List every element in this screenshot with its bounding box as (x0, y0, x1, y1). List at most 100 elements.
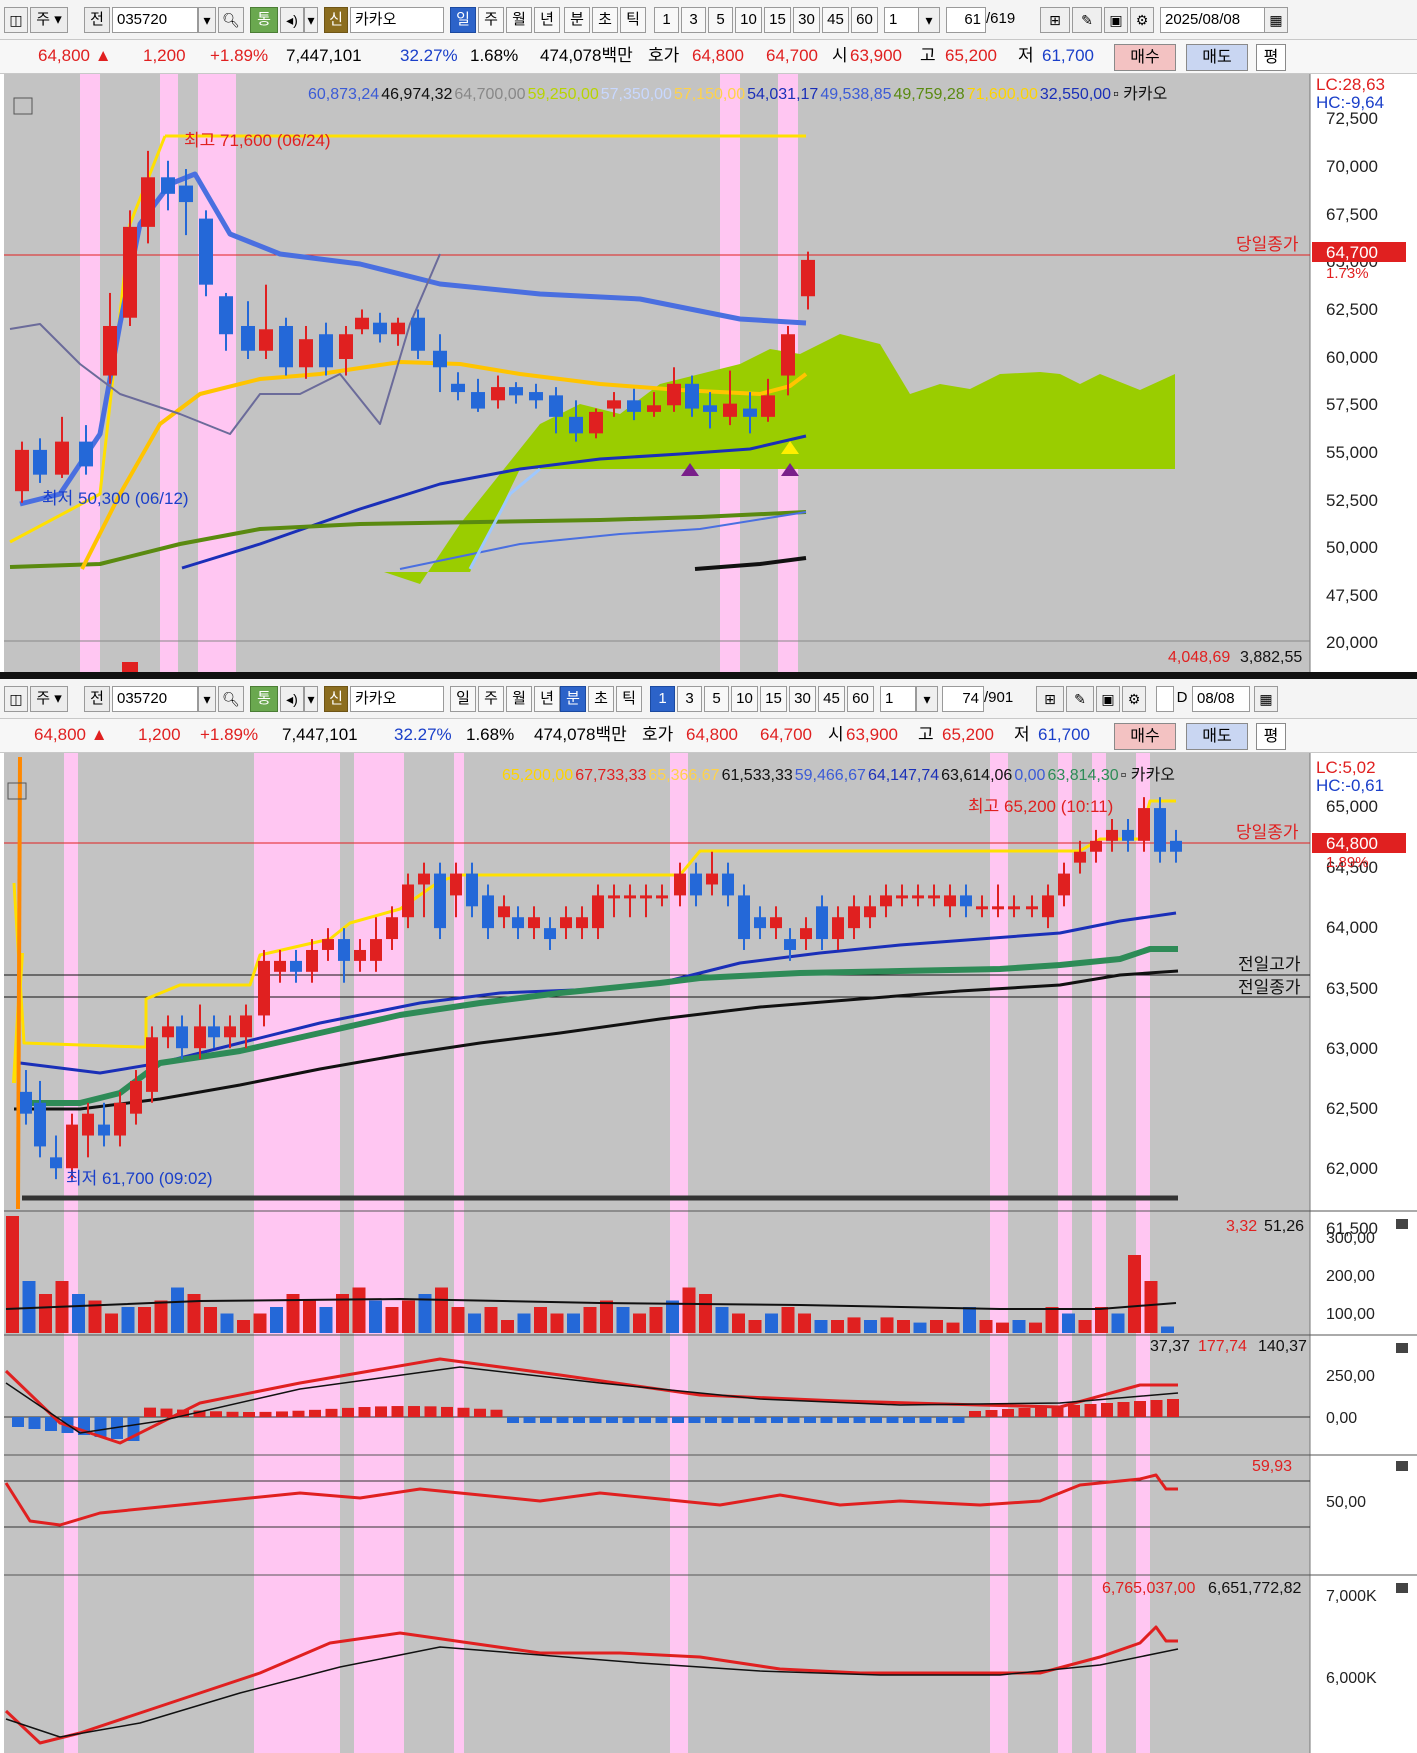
period-month[interactable]: 월 (506, 686, 532, 712)
candle-up (194, 1026, 206, 1049)
macd-histogram-bar (441, 1406, 453, 1417)
candle-down (179, 185, 193, 203)
search-icon[interactable]: 🔍︎ (218, 686, 244, 712)
gear-icon[interactable]: ⚙ (1130, 7, 1154, 33)
period-year[interactable]: 년 (534, 7, 560, 33)
candle-up (770, 917, 782, 929)
interval-5[interactable]: 5 (704, 686, 729, 712)
interval-10[interactable]: 10 (735, 7, 762, 33)
window-menu-icon[interactable]: ◫ (4, 686, 28, 712)
candle-up (123, 226, 137, 318)
interval-15[interactable]: 15 (764, 7, 791, 33)
volume-bar (385, 1307, 399, 1333)
credit-badge[interactable]: 신 (324, 7, 348, 33)
date-input[interactable]: 2025/08/08 (1160, 7, 1268, 33)
macd-histogram-bar (259, 1411, 272, 1417)
interval-dropdown-icon[interactable]: ▾ (916, 686, 938, 712)
candle-down (1122, 829, 1134, 841)
code-input[interactable]: 035720 (112, 7, 198, 33)
speaker-icon[interactable]: ◂) (280, 7, 304, 33)
count-input[interactable]: 61 (946, 7, 986, 33)
window-menu-icon[interactable]: ◫ (4, 7, 28, 33)
highlight-band (1092, 753, 1106, 1753)
interval-3[interactable]: 3 (677, 686, 702, 712)
minute-candle-chart[interactable]: 최고 65,200 (10:11) 최저 61,700 (09:02) 당일종가전일… (0, 753, 1417, 1753)
period-second[interactable]: 초 (588, 686, 614, 712)
interval-60[interactable]: 60 (851, 7, 878, 33)
obv-legend-1: 6,765,037,00 (1102, 1580, 1196, 1597)
interval-45[interactable]: 45 (818, 686, 845, 712)
mode-button[interactable]: 전 (84, 686, 110, 712)
tong-button[interactable]: 통 (250, 7, 278, 33)
interval-1[interactable]: 1 (654, 7, 679, 33)
speaker-icon[interactable]: ◂) (280, 686, 304, 712)
stock-name-field[interactable]: 카카오 (350, 686, 444, 712)
period-tick[interactable]: 틱 (616, 686, 642, 712)
code-input[interactable]: 035720 (112, 686, 198, 712)
volume-bar (814, 1320, 828, 1333)
code-dropdown-icon[interactable]: ▾ (198, 7, 216, 33)
candle-up (240, 1015, 252, 1038)
speaker-dropdown-icon[interactable]: ▾ (304, 686, 318, 712)
tong-button[interactable]: 통 (250, 686, 278, 712)
volume-bar (39, 1294, 52, 1333)
stock-name-field[interactable]: 카카오 (350, 7, 444, 33)
period-month[interactable]: 월 (506, 7, 532, 33)
average-button[interactable]: 평 (1256, 723, 1286, 750)
interval-60[interactable]: 60 (847, 686, 874, 712)
macd-histogram-bar (705, 1417, 717, 1423)
period-week[interactable]: 주 (478, 686, 504, 712)
calendar-icon[interactable]: ▦ (1264, 7, 1288, 33)
interval-value-input[interactable]: 1 (880, 686, 916, 712)
volume-tick: 300,00 (1326, 1230, 1375, 1247)
d-checkbox[interactable] (1156, 686, 1174, 712)
compare-icon[interactable]: ⊞ (1040, 7, 1070, 33)
compare-icon[interactable]: ⊞ (1036, 686, 1064, 712)
sell-button[interactable]: 매도 (1186, 44, 1248, 71)
period-minute[interactable]: 분 (560, 686, 586, 712)
interval-5[interactable]: 5 (708, 7, 733, 33)
period-second[interactable]: 초 (592, 7, 618, 33)
interval-45[interactable]: 45 (822, 7, 849, 33)
period-tick[interactable]: 틱 (620, 7, 646, 33)
volume-tick: 100,00 (1326, 1306, 1375, 1323)
buy-button[interactable]: 매수 (1114, 44, 1176, 71)
sell-button[interactable]: 매도 (1186, 723, 1248, 750)
candle-up (1042, 895, 1054, 918)
hc-value: HC:-0,61 (1316, 776, 1384, 795)
volume-legend-1: 3,32 (1226, 1218, 1257, 1235)
average-button[interactable]: 평 (1256, 44, 1286, 71)
search-icon[interactable]: 🔍︎ (218, 7, 244, 33)
interval-15[interactable]: 15 (760, 686, 787, 712)
daily-candle-chart[interactable]: 최고 71,600 (06/24)최저 50,300 (06/12)당일종가72… (0, 74, 1417, 672)
calendar-icon[interactable]: ▦ (1254, 686, 1278, 712)
save-icon[interactable]: ▣ (1096, 686, 1120, 712)
period-day[interactable]: 일 (450, 686, 476, 712)
interval-30[interactable]: 30 (793, 7, 820, 33)
credit-badge[interactable]: 신 (324, 686, 348, 712)
period-day[interactable]: 일 (450, 7, 476, 33)
market-select[interactable]: 주 ▾ (30, 7, 68, 33)
panel-separator[interactable] (0, 672, 1417, 679)
count-input[interactable]: 74 (942, 686, 984, 712)
interval-dropdown-icon[interactable]: ▾ (918, 7, 940, 33)
date-input[interactable]: 08/08 (1192, 686, 1250, 712)
interval-1[interactable]: 1 (650, 686, 675, 712)
interval-3[interactable]: 3 (681, 7, 706, 33)
mode-button[interactable]: 전 (84, 7, 110, 33)
period-minute[interactable]: 분 (564, 7, 590, 33)
interval-10[interactable]: 10 (731, 686, 758, 712)
buy-button[interactable]: 매수 (1114, 723, 1176, 750)
speaker-dropdown-icon[interactable]: ▾ (304, 7, 318, 33)
save-icon[interactable]: ▣ (1104, 7, 1128, 33)
interval-30[interactable]: 30 (789, 686, 816, 712)
draw-tool-icon[interactable]: ✎ (1072, 7, 1102, 33)
gear-icon[interactable]: ⚙ (1122, 686, 1146, 712)
draw-tool-icon[interactable]: ✎ (1066, 686, 1094, 712)
code-dropdown-icon[interactable]: ▾ (198, 686, 216, 712)
period-week[interactable]: 주 (478, 7, 504, 33)
market-select[interactable]: 주 ▾ (30, 686, 68, 712)
candle-up (1008, 906, 1020, 910)
volume-bar (616, 1307, 630, 1333)
period-year[interactable]: 년 (534, 686, 560, 712)
